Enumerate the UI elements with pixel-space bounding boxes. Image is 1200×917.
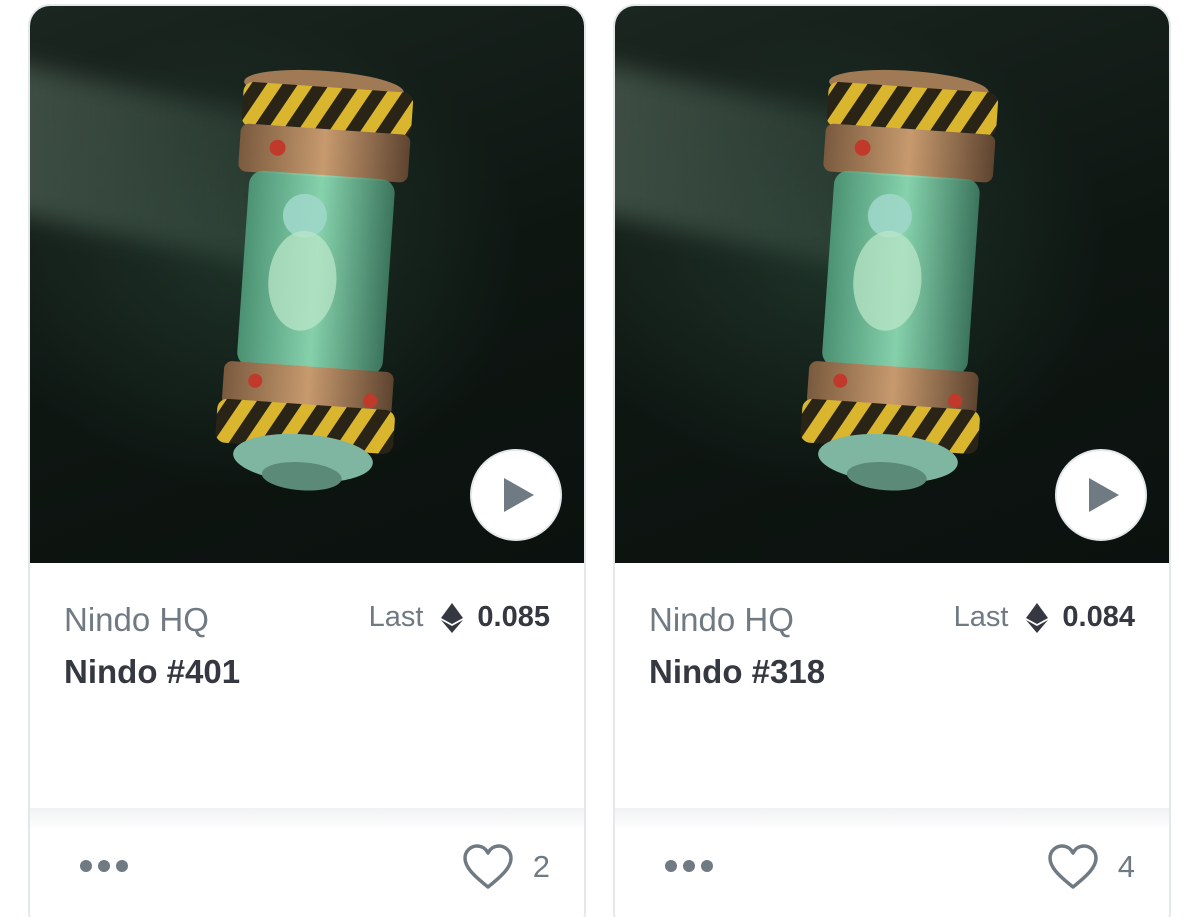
heart-icon — [1048, 844, 1098, 889]
play-icon — [504, 478, 534, 512]
more-options-button[interactable] — [659, 854, 719, 878]
nft-info: Nindo HQ Last 0.084 Nindo #318 — [615, 563, 1169, 808]
last-price: Last 0.084 — [954, 601, 1135, 634]
more-dots-icon — [80, 860, 92, 872]
price-value: 0.085 — [477, 601, 550, 633]
card-footer: 2 — [30, 808, 584, 917]
favorite-button[interactable]: 4 — [1048, 844, 1135, 890]
collection-name[interactable]: Nindo HQ — [649, 601, 794, 639]
item-name[interactable]: Nindo #318 — [649, 653, 825, 691]
more-dot — [683, 860, 695, 872]
favorite-button[interactable]: 2 — [463, 844, 550, 890]
play-button[interactable] — [1055, 449, 1147, 541]
card-footer: 4 — [615, 808, 1169, 917]
nft-info: Nindo HQ Last 0.085 Nindo #401 — [30, 563, 584, 808]
favorite-count: 4 — [1117, 849, 1135, 884]
item-name[interactable]: Nindo #401 — [64, 653, 240, 691]
more-options-button[interactable] — [74, 854, 134, 878]
ethereum-icon — [1026, 602, 1049, 633]
more-dot — [701, 860, 713, 872]
nft-card[interactable]: Nindo HQ Last 0.085 Nindo #401 2 — [28, 4, 586, 917]
last-price: Last 0.085 — [369, 601, 550, 634]
play-icon — [1089, 478, 1119, 512]
nft-media[interactable] — [615, 6, 1169, 563]
price-label: Last — [368, 601, 424, 633]
play-button[interactable] — [470, 449, 562, 541]
more-dots-icon — [665, 860, 677, 872]
ethereum-icon — [441, 602, 464, 633]
nft-media[interactable] — [30, 6, 584, 563]
more-dot — [98, 860, 110, 872]
nft-card-grid: Nindo HQ Last 0.085 Nindo #401 2 Nindo H… — [0, 0, 1200, 917]
collection-name[interactable]: Nindo HQ — [64, 601, 209, 639]
incubator-capsule-artwork — [800, 69, 999, 491]
nft-card[interactable]: Nindo HQ Last 0.084 Nindo #318 4 — [613, 4, 1171, 917]
incubator-capsule-artwork — [215, 69, 414, 491]
price-label: Last — [953, 601, 1009, 633]
favorite-count: 2 — [532, 849, 550, 884]
price-value: 0.084 — [1062, 601, 1135, 633]
heart-icon — [463, 844, 513, 889]
more-dot — [116, 860, 128, 872]
